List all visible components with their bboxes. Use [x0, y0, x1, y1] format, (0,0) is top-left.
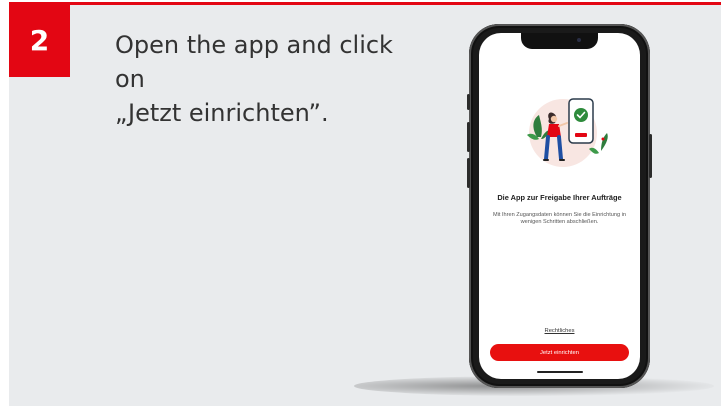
app-screen-description: Mit Ihren Zugangsdaten können Sie die Ei…	[492, 212, 627, 225]
instruction-line-1: Open the app and click on	[115, 31, 393, 93]
phone-notch	[521, 33, 598, 49]
phone-volume-down	[467, 158, 470, 188]
instruction-line-2: „Jetzt einrichten”.	[115, 99, 329, 127]
setup-now-button[interactable]: Jetzt einrichten	[490, 344, 629, 361]
phone-side-button	[649, 134, 652, 178]
home-indicator	[537, 371, 583, 373]
checkmark-icon	[574, 108, 588, 122]
step-number-badge: 2	[9, 5, 70, 77]
step-card: 2 Open the app and click on „Jetzt einri…	[9, 2, 721, 406]
app-screen-title: Die App zur Freigabe Ihrer Aufträge	[497, 193, 622, 202]
phone-mute-switch	[467, 94, 470, 110]
phone-volume-up	[467, 122, 470, 152]
instruction-text: Open the app and click on „Jetzt einrich…	[115, 28, 405, 130]
legal-link[interactable]: Rechtliches	[479, 328, 640, 334]
phone-screen: Die App zur Freigabe Ihrer Aufträge Mit …	[479, 33, 640, 379]
camera-icon	[577, 38, 581, 42]
phone-mockup: Die App zur Freigabe Ihrer Aufträge Mit …	[467, 24, 652, 388]
onboarding-illustration	[527, 98, 608, 167]
